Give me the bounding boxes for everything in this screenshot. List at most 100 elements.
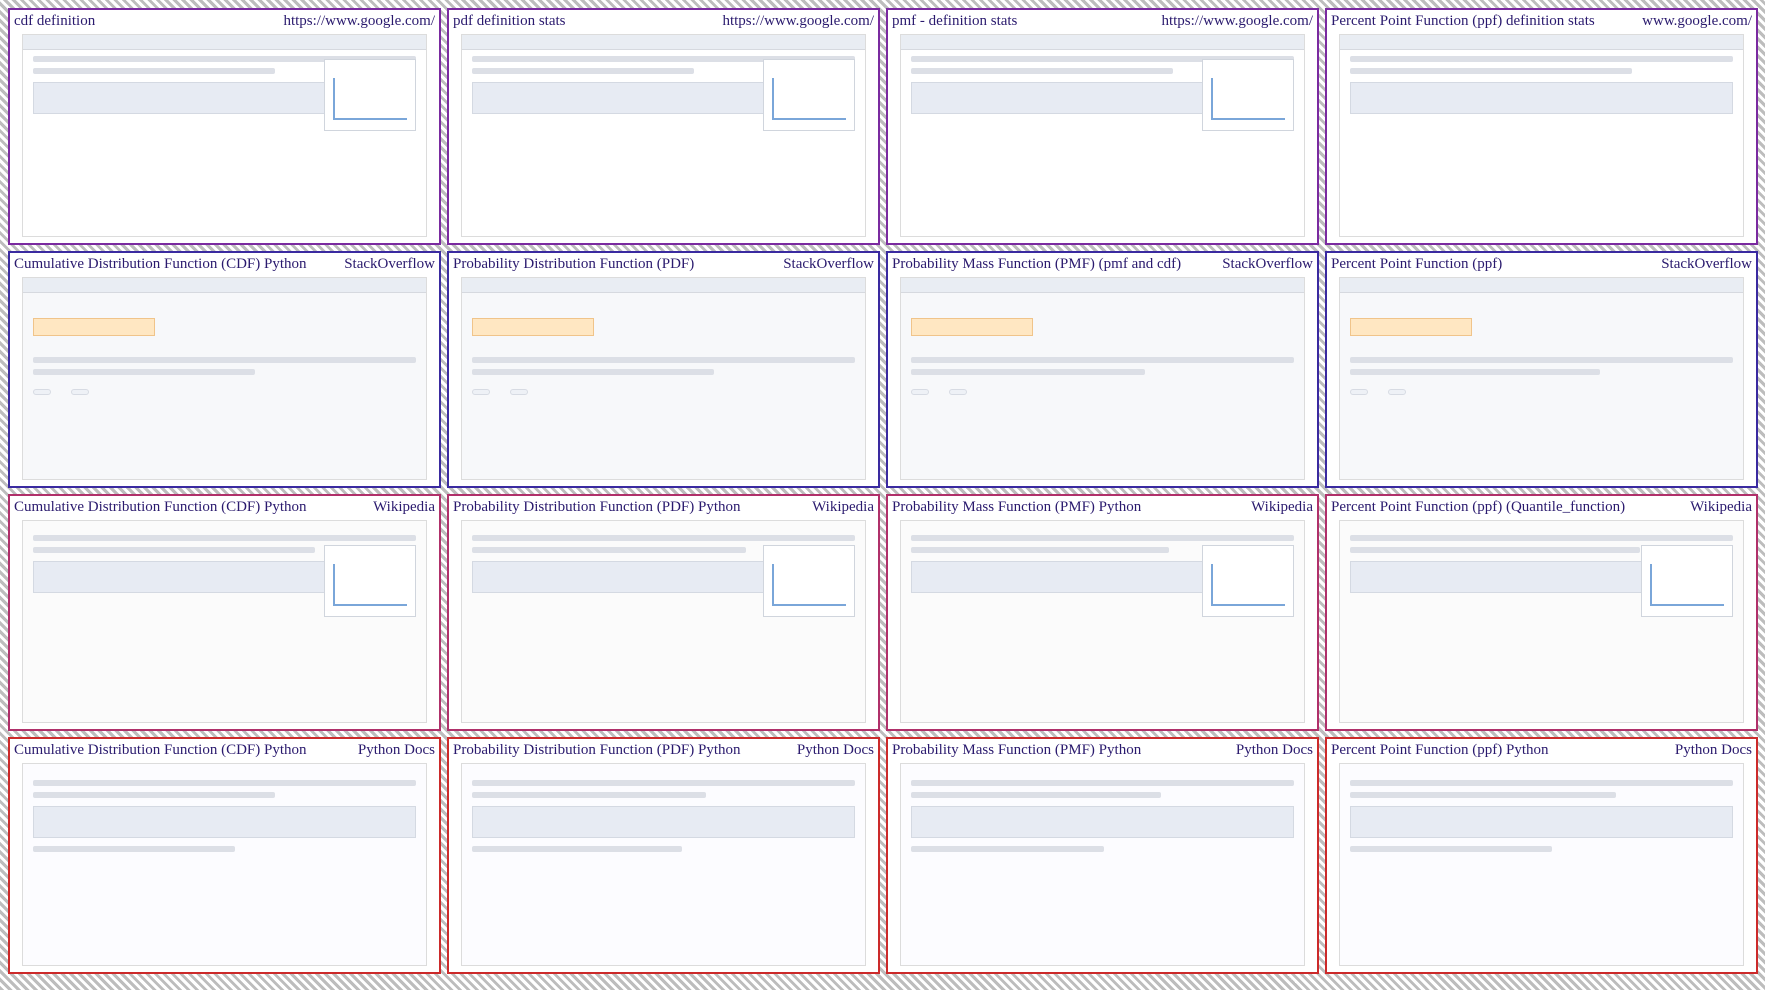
tile-source: Python Docs [357,741,435,758]
ad-banner [33,318,155,336]
tile-header: Percent Point Function (ppf) (Quantile_f… [1327,496,1756,518]
screenshot-thumbnail [461,520,866,723]
text-line [472,792,706,798]
tile-pydocs-pdf[interactable]: Probability Distribution Function (PDF) … [447,737,880,974]
text-line [472,780,855,786]
tile-source: Wikipedia [1690,498,1752,515]
text-line [1350,357,1733,363]
text-line [472,68,694,74]
text-line [33,792,275,798]
screenshot-thumbnail [22,763,427,966]
content-block [1350,806,1733,838]
tile-wikipedia-cdf[interactable]: Cumulative Distribution Function (CDF) P… [8,494,441,731]
tile-stackoverflow-ppf[interactable]: Percent Point Function (ppf) StackOverfl… [1325,251,1758,488]
ad-banner [911,318,1033,336]
tile-header: Probability Mass Function (PMF) Python W… [888,496,1317,518]
tile-wikipedia-ppf[interactable]: Percent Point Function (ppf) (Quantile_f… [1325,494,1758,731]
tag-pill [472,389,490,395]
result-chart [1641,545,1733,617]
thumbnail-grid: cdf definition https://www.google.com/ p… [8,8,1758,974]
tile-header: Percent Point Function (ppf) StackOverfl… [1327,253,1756,275]
text-line [472,357,855,363]
tile-google-pdf[interactable]: pdf definition stats https://www.google.… [447,8,880,245]
browser-bar [462,35,865,50]
tile-google-ppf[interactable]: Percent Point Function (ppf) definition … [1325,8,1758,245]
tag-pill [1388,389,1406,395]
tile-pydocs-ppf[interactable]: Percent Point Function (ppf) Python Pyth… [1325,737,1758,974]
browser-bar [23,278,426,293]
text-line [1350,68,1633,74]
tile-header: pdf definition stats https://www.google.… [449,10,878,32]
tile-stackoverflow-pmf[interactable]: Probability Mass Function (PMF) (pmf and… [886,251,1319,488]
tile-header: Cumulative Distribution Function (CDF) P… [10,496,439,518]
screenshot-thumbnail [900,520,1305,723]
tile-title: Probability Distribution Function (PDF) … [453,498,741,515]
tile-header: cdf definition https://www.google.com/ [10,10,439,32]
tile-title: Probability Mass Function (PMF) Python [892,498,1142,515]
tile-title: pmf - definition stats [892,12,1018,29]
text-line [911,369,1145,375]
screenshot-thumbnail [900,34,1305,237]
tile-source: Wikipedia [373,498,435,515]
tile-source: Wikipedia [1251,498,1313,515]
text-line [33,780,416,786]
tile-source: Python Docs [1235,741,1313,758]
tile-pydocs-cdf[interactable]: Cumulative Distribution Function (CDF) P… [8,737,441,974]
text-line [1350,846,1552,852]
text-line [1350,56,1733,62]
tile-header: Percent Point Function (ppf) definition … [1327,10,1756,32]
tile-source: StackOverflow [344,255,435,272]
text-line [33,547,316,553]
text-line [1350,369,1600,375]
tile-google-cdf[interactable]: cdf definition https://www.google.com/ [8,8,441,245]
tile-stackoverflow-pdf[interactable]: Probability Distribution Function (PDF) … [447,251,880,488]
tile-stackoverflow-cdf[interactable]: Cumulative Distribution Function (CDF) P… [8,251,441,488]
text-line [911,535,1294,541]
text-line [33,369,255,375]
tile-header: Cumulative Distribution Function (CDF) P… [10,739,439,761]
tile-title: Percent Point Function (ppf) definition … [1331,12,1595,29]
text-line [911,357,1294,363]
tile-google-pmf[interactable]: pmf - definition stats https://www.googl… [886,8,1319,245]
screenshot-thumbnail [1339,520,1744,723]
screenshot-thumbnail [461,763,866,966]
tile-header: Probability Distribution Function (PDF) … [449,739,878,761]
text-line [911,792,1161,798]
tile-source: Python Docs [796,741,874,758]
text-line [911,547,1169,553]
tag-pill [33,389,51,395]
tile-wikipedia-pdf[interactable]: Probability Distribution Function (PDF) … [447,494,880,731]
text-line [911,68,1173,74]
tile-title: pdf definition stats [453,12,566,29]
screenshot-thumbnail [461,277,866,480]
tile-wikipedia-pmf[interactable]: Probability Mass Function (PMF) Python W… [886,494,1319,731]
screenshot-thumbnail [461,34,866,237]
screenshot-thumbnail [1339,277,1744,480]
text-line [911,846,1105,852]
text-line [1350,535,1733,541]
text-line [472,547,747,553]
tile-source: www.google.com/ [1642,12,1752,29]
screenshot-thumbnail [22,520,427,723]
text-line [911,780,1294,786]
browser-bar [1340,278,1743,293]
tile-title: Percent Point Function (ppf) (Quantile_f… [1331,498,1626,515]
screenshot-thumbnail [1339,34,1744,237]
tile-source: StackOverflow [1661,255,1752,272]
tile-title: Probability Distribution Function (PDF) [453,255,695,272]
result-chart [324,545,416,617]
ad-banner [1350,318,1472,336]
tile-header: Probability Mass Function (PMF) (pmf and… [888,253,1317,275]
tile-header: Cumulative Distribution Function (CDF) P… [10,253,439,275]
tile-source: https://www.google.com/ [722,12,874,29]
tile-pydocs-pmf[interactable]: Probability Mass Function (PMF) Python P… [886,737,1319,974]
browser-bar [901,35,1304,50]
tile-source: Wikipedia [812,498,874,515]
screenshot-thumbnail [900,277,1305,480]
result-chart [1202,545,1294,617]
tile-title: Percent Point Function (ppf) [1331,255,1503,272]
text-line [1350,792,1616,798]
tile-title: Probability Mass Function (PMF) (pmf and… [892,255,1182,272]
result-chart [324,59,416,131]
tile-source: StackOverflow [783,255,874,272]
